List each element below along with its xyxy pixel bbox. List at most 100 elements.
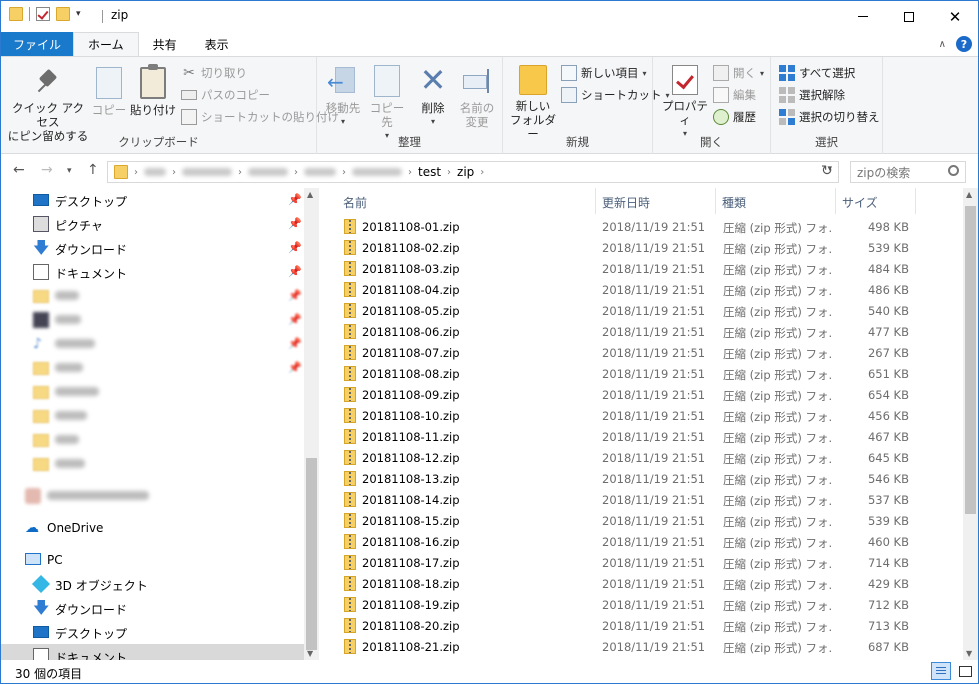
table-row[interactable]: 20181108-15.zip 2018/11/19 21:51 圧縮 (zip 形… (341, 510, 921, 531)
properties-button[interactable]: プロパティ ▾ (659, 65, 711, 141)
nav-item-pc-documents[interactable]: ドキュメント (1, 644, 304, 660)
paste-shortcut-button[interactable]: ショートカットの貼り付け (181, 109, 339, 125)
table-row[interactable]: 20181108-04.zip 2018/11/19 21:51 圧縮 (zip 形… (341, 279, 921, 300)
nav-item-blurred[interactable] (1, 404, 304, 428)
nav-item-downloads[interactable]: 🡇 ダウンロード 📌 (1, 236, 304, 260)
breadcrumb-test[interactable]: test (418, 165, 441, 179)
table-row[interactable]: 20181108-01.zip 2018/11/19 21:51 圧縮 (zip 形… (341, 216, 921, 237)
properties-icon[interactable] (36, 7, 50, 21)
recent-locations-dropdown-icon[interactable]: ▾ (67, 166, 72, 176)
address-bar[interactable]: › › › › › › test › zip › ▾ (107, 161, 839, 183)
scroll-up-icon[interactable]: ▲ (966, 190, 972, 199)
nav-item-3d-objects[interactable]: 3D オブジェクト (1, 572, 304, 596)
pin-icon[interactable]: 📌 (288, 289, 302, 302)
table-row[interactable]: 20181108-19.zip 2018/11/19 21:51 圧縮 (zip 形… (341, 594, 921, 615)
tab-view[interactable]: 表示 (191, 32, 243, 56)
copy-to-button[interactable]: コピー先 ▾ (365, 61, 409, 143)
scrollbar-thumb[interactable] (306, 458, 317, 650)
customize-toolbar-dropdown-icon[interactable]: ▾ (76, 9, 81, 19)
new-folder-icon[interactable] (56, 7, 70, 21)
copy-button[interactable]: コピー (89, 63, 129, 117)
pin-quick-access-button[interactable]: クイック アクセス にピン留めする (7, 67, 89, 143)
search-input[interactable]: zipの検索 (850, 161, 966, 183)
large-icons-view-icon[interactable] (955, 662, 975, 680)
pin-icon[interactable]: 📌 (288, 193, 302, 206)
table-row[interactable]: 20181108-11.zip 2018/11/19 21:51 圧縮 (zip 形… (341, 426, 921, 447)
select-none-button[interactable]: 選択解除 (779, 87, 845, 103)
nav-item-blurred[interactable] (1, 452, 304, 476)
nav-item-blurred[interactable]: 📌 (1, 356, 304, 380)
nav-item-pc-downloads[interactable]: 🡇 ダウンロード (1, 596, 304, 620)
nav-item-blurred[interactable]: ♪ 📌 (1, 332, 304, 356)
table-row[interactable]: 20181108-13.zip 2018/11/19 21:51 圧縮 (zip 形… (341, 468, 921, 489)
scroll-up-icon[interactable]: ▲ (307, 190, 313, 199)
table-row[interactable]: 20181108-05.zip 2018/11/19 21:51 圧縮 (zip 形… (341, 300, 921, 321)
paste-button[interactable]: 貼り付け (129, 64, 177, 117)
new-item-button[interactable]: 新しい項目 ▾ (561, 65, 647, 81)
scrollbar-thumb[interactable] (965, 206, 976, 514)
column-header-type[interactable]: 種類 (722, 194, 746, 211)
details-view-icon[interactable] (931, 662, 951, 680)
move-to-button[interactable]: 移動先 ▾ (321, 65, 365, 129)
pin-icon[interactable]: 📌 (288, 217, 302, 230)
pin-icon[interactable]: 📌 (288, 241, 302, 254)
column-divider[interactable] (715, 188, 716, 214)
column-header-name[interactable]: 名前 (343, 194, 367, 211)
column-divider[interactable] (915, 188, 916, 214)
new-folder-button[interactable]: 新しい フォルダー (507, 65, 559, 141)
table-row[interactable]: 20181108-07.zip 2018/11/19 21:51 圧縮 (zip 形… (341, 342, 921, 363)
history-button[interactable]: 履歴 (713, 109, 756, 125)
pin-icon[interactable]: 📌 (288, 337, 302, 350)
table-row[interactable]: 20181108-21.zip 2018/11/19 21:51 圧縮 (zip 形… (341, 636, 921, 657)
nav-pane-scrollbar[interactable]: ▲ ▼ (304, 188, 319, 660)
delete-button[interactable]: ✕ 削除 ▾ (413, 64, 453, 129)
nav-item-blurred[interactable] (1, 484, 304, 508)
table-row[interactable]: 20181108-18.zip 2018/11/19 21:51 圧縮 (zip 形… (341, 573, 921, 594)
table-row[interactable]: 20181108-16.zip 2018/11/19 21:51 圧縮 (zip 形… (341, 531, 921, 552)
pin-icon[interactable]: 📌 (288, 313, 302, 326)
table-row[interactable]: 20181108-09.zip 2018/11/19 21:51 圧縮 (zip 形… (341, 384, 921, 405)
column-header-date[interactable]: 更新日時 (602, 194, 650, 211)
pin-icon[interactable]: 📌 (288, 361, 302, 374)
up-arrow-icon[interactable]: ↑ (87, 162, 99, 178)
maximize-button[interactable] (886, 1, 932, 32)
table-row[interactable]: 20181108-03.zip 2018/11/19 21:51 圧縮 (zip 形… (341, 258, 921, 279)
nav-item-onedrive[interactable]: ☁ OneDrive (1, 516, 304, 540)
column-divider[interactable] (595, 188, 596, 214)
open-button[interactable]: 開く ▾ (713, 65, 764, 81)
table-row[interactable]: 20181108-02.zip 2018/11/19 21:51 圧縮 (zip 形… (341, 237, 921, 258)
collapse-ribbon-icon[interactable]: ∧ (939, 39, 946, 50)
nav-item-pictures[interactable]: ピクチャ 📌 (1, 212, 304, 236)
column-divider[interactable] (835, 188, 836, 214)
tab-home[interactable]: ホーム (73, 32, 139, 56)
minimize-button[interactable] (840, 1, 886, 32)
table-row[interactable]: 20181108-17.zip 2018/11/19 21:51 圧縮 (zip 形… (341, 552, 921, 573)
tab-share[interactable]: 共有 (139, 32, 191, 56)
edit-button[interactable]: 編集 (713, 87, 756, 103)
scroll-down-icon[interactable]: ▼ (307, 649, 313, 658)
tab-file[interactable]: ファイル (1, 32, 74, 56)
column-header-size[interactable]: サイズ (842, 194, 878, 211)
nav-item-blurred[interactable] (1, 428, 304, 452)
nav-item-blurred[interactable] (1, 380, 304, 404)
nav-item-pc[interactable]: PC (1, 548, 304, 572)
table-row[interactable]: 20181108-12.zip 2018/11/19 21:51 圧縮 (zip 形… (341, 447, 921, 468)
table-row[interactable]: 20181108-20.zip 2018/11/19 21:51 圧縮 (zip 形… (341, 615, 921, 636)
help-icon[interactable]: ? (956, 36, 972, 52)
cut-button[interactable]: ✂ 切り取り (181, 65, 247, 81)
nav-item-blurred[interactable]: 📌 (1, 284, 304, 308)
nav-item-blurred[interactable]: 📌 (1, 308, 304, 332)
invert-selection-button[interactable]: 選択の切り替え (779, 109, 880, 125)
select-all-button[interactable]: すべて選択 (779, 65, 855, 81)
file-list-scrollbar[interactable]: ▲ ▼ (963, 188, 978, 660)
refresh-icon[interactable]: ↻ (821, 163, 833, 179)
table-row[interactable]: 20181108-06.zip 2018/11/19 21:51 圧縮 (zip 形… (341, 321, 921, 342)
copy-path-button[interactable]: パスのコピー (181, 87, 270, 103)
close-button[interactable]: ✕ (932, 1, 978, 32)
table-row[interactable]: 20181108-14.zip 2018/11/19 21:51 圧縮 (zip 形… (341, 489, 921, 510)
scroll-down-icon[interactable]: ▼ (966, 649, 972, 658)
nav-item-pc-desktop[interactable]: デスクトップ (1, 620, 304, 644)
rename-button[interactable]: 名前の 変更 (455, 65, 499, 129)
breadcrumb-zip[interactable]: zip (457, 165, 474, 179)
nav-item-desktop[interactable]: デスクトップ 📌 (1, 188, 304, 212)
